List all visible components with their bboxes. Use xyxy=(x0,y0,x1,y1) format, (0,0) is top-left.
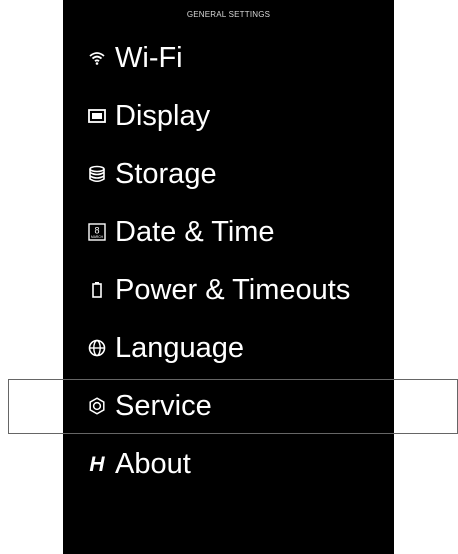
brand-h-icon: H xyxy=(89,452,105,476)
menu-item-label: Display xyxy=(115,99,211,132)
svg-text:MARCH: MARCH xyxy=(91,235,104,239)
menu-item-wifi[interactable]: Wi-Fi xyxy=(63,29,394,87)
wifi-icon xyxy=(87,48,107,68)
menu-item-label: Storage xyxy=(115,157,217,190)
menu-item-date-time[interactable]: 8 MARCH Date & Time xyxy=(63,203,394,261)
battery-icon xyxy=(87,280,107,300)
settings-screen: GENERAL SETTINGS Wi-Fi Display Storage 8… xyxy=(63,0,394,554)
storage-icon xyxy=(87,164,107,184)
menu-item-label: Service xyxy=(115,389,212,422)
svg-text:8: 8 xyxy=(94,226,99,236)
menu-item-label: Power & Timeouts xyxy=(115,273,351,306)
menu-item-storage[interactable]: Storage xyxy=(63,145,394,203)
menu-item-label: Date & Time xyxy=(115,215,275,248)
menu-item-label: Wi-Fi xyxy=(115,41,183,74)
menu-item-label: About xyxy=(115,447,191,480)
service-nut-icon xyxy=(87,396,107,416)
globe-icon xyxy=(87,338,107,358)
menu-item-service[interactable]: Service xyxy=(63,377,394,435)
settings-menu: Wi-Fi Display Storage 8 MARCH Date & Tim… xyxy=(63,29,394,493)
menu-item-language[interactable]: Language xyxy=(63,319,394,377)
menu-item-display[interactable]: Display xyxy=(63,87,394,145)
calendar-icon: 8 MARCH xyxy=(87,222,107,242)
menu-item-label: Language xyxy=(115,331,245,364)
menu-item-about[interactable]: H About xyxy=(63,435,394,493)
menu-item-power-timeouts[interactable]: Power & Timeouts xyxy=(63,261,394,319)
page-title: GENERAL SETTINGS xyxy=(186,10,271,19)
display-icon xyxy=(87,106,107,126)
